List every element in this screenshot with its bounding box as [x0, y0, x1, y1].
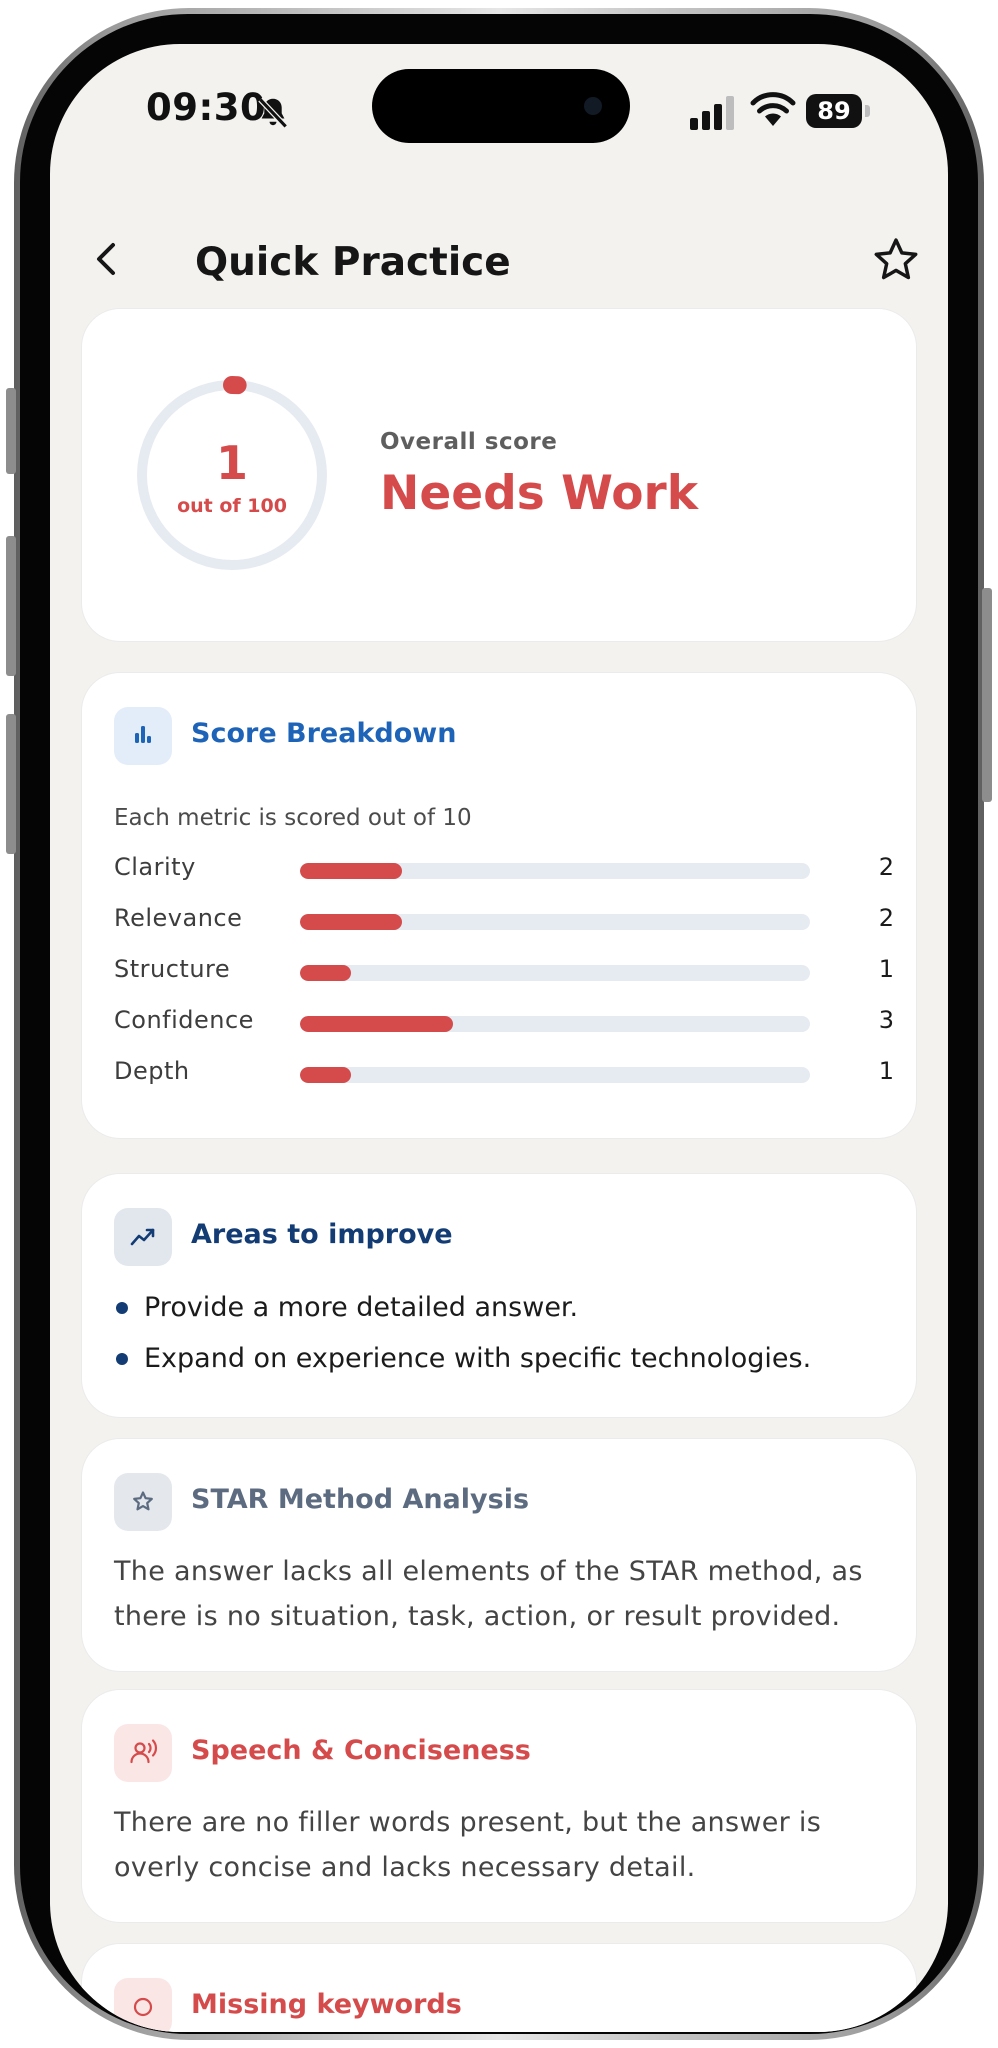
keywords-icon-box: [114, 1978, 172, 2032]
metric-track: [300, 1016, 810, 1032]
cellular-signal-icon: [690, 96, 734, 130]
page-title: Quick Practice: [195, 240, 511, 285]
speech-title: Speech & Conciseness: [191, 1735, 531, 1766]
app-screen: 09:30 89 Quick Practice 1 out of 100 Ove…: [50, 44, 948, 2032]
metric-track: [300, 965, 810, 981]
score-max-label: out of 100: [177, 495, 287, 517]
wifi-icon: [750, 92, 796, 126]
dynamic-island: [372, 69, 630, 143]
bullet-dot: [116, 1302, 128, 1314]
trending-up-icon: [130, 1228, 155, 1246]
metric-fill: [300, 914, 402, 930]
metric-label: Structure: [114, 955, 231, 983]
star-icon-box: [114, 1473, 172, 1531]
areas-to-improve-card: Areas to improve Provide a more detailed…: [82, 1174, 916, 1417]
star-outline-icon: [133, 1491, 153, 1511]
volume-down-button: [6, 714, 16, 854]
metric-track: [300, 914, 810, 930]
nav-bar: Quick Practice: [50, 204, 948, 304]
bullet-dot: [116, 1353, 128, 1365]
overall-score-card: 1 out of 100 Overall score Needs Work: [82, 309, 916, 641]
back-chevron-icon[interactable]: [82, 234, 132, 284]
missing-keywords-card: Missing keywords: [82, 1944, 916, 2032]
metric-value: 1: [878, 955, 894, 983]
speech-text: There are no filler words present, but t…: [114, 1807, 822, 1883]
metric-fill: [300, 863, 402, 879]
favorite-star-icon[interactable]: [870, 234, 922, 286]
power-button: [982, 588, 992, 802]
metric-label: Relevance: [114, 904, 243, 932]
trend-icon-box: [114, 1208, 172, 1266]
speech-conciseness-card: Speech & Conciseness There are no filler…: [82, 1690, 916, 1922]
metric-row-structure: Structure 1: [114, 955, 894, 995]
keywords-icon: [133, 1997, 153, 2017]
metric-label: Confidence: [114, 1006, 254, 1034]
metric-fill: [300, 965, 351, 981]
metric-track: [300, 1067, 810, 1083]
metric-track: [300, 863, 810, 879]
star-method-title: STAR Method Analysis: [191, 1484, 530, 1515]
status-bar: 09:30 89: [50, 44, 948, 164]
battery-icon: 89: [806, 94, 870, 128]
bar-chart-icon-box: [114, 707, 172, 765]
metric-fill: [300, 1016, 453, 1032]
metric-label: Clarity: [114, 853, 196, 881]
bell-muted-icon: [258, 97, 288, 129]
camera-lens: [584, 97, 602, 115]
metric-value: 3: [878, 1006, 894, 1034]
breakdown-title: Score Breakdown: [191, 718, 457, 749]
score-breakdown-card: Score Breakdown Each metric is scored ou…: [82, 673, 916, 1138]
volume-up-button: [6, 536, 16, 676]
metric-fill: [300, 1067, 351, 1083]
star-method-text: The answer lacks all elements of the STA…: [114, 1556, 863, 1632]
voice-icon: [130, 1739, 158, 1764]
metric-row-relevance: Relevance 2: [114, 904, 894, 944]
metric-row-depth: Depth 1: [114, 1057, 894, 1097]
star-method-card: STAR Method Analysis The answer lacks al…: [82, 1439, 916, 1671]
metric-value: 2: [878, 904, 894, 932]
status-time: 09:30: [146, 86, 267, 129]
score-rating: Needs Work: [380, 466, 698, 521]
metric-row-confidence: Confidence 3: [114, 1006, 894, 1046]
improve-item-text: Expand on experience with specific techn…: [144, 1343, 812, 1374]
improve-item-text: Provide a more detailed answer.: [144, 1292, 579, 1323]
metric-value: 1: [878, 1057, 894, 1085]
metric-label: Depth: [114, 1057, 190, 1085]
action-button: [6, 388, 16, 474]
improve-title: Areas to improve: [191, 1219, 453, 1250]
battery-tip: [865, 105, 870, 117]
metric-value: 2: [878, 853, 894, 881]
speech-icon-box: [114, 1724, 172, 1782]
score-number: 1: [215, 436, 248, 490]
breakdown-subtitle: Each metric is scored out of 10: [114, 805, 472, 831]
metric-row-clarity: Clarity 2: [114, 853, 894, 893]
battery-level: 89: [806, 94, 862, 128]
missing-keywords-title: Missing keywords: [191, 1989, 462, 2020]
overall-score-label: Overall score: [380, 429, 558, 455]
bar-chart-icon: [135, 726, 151, 743]
